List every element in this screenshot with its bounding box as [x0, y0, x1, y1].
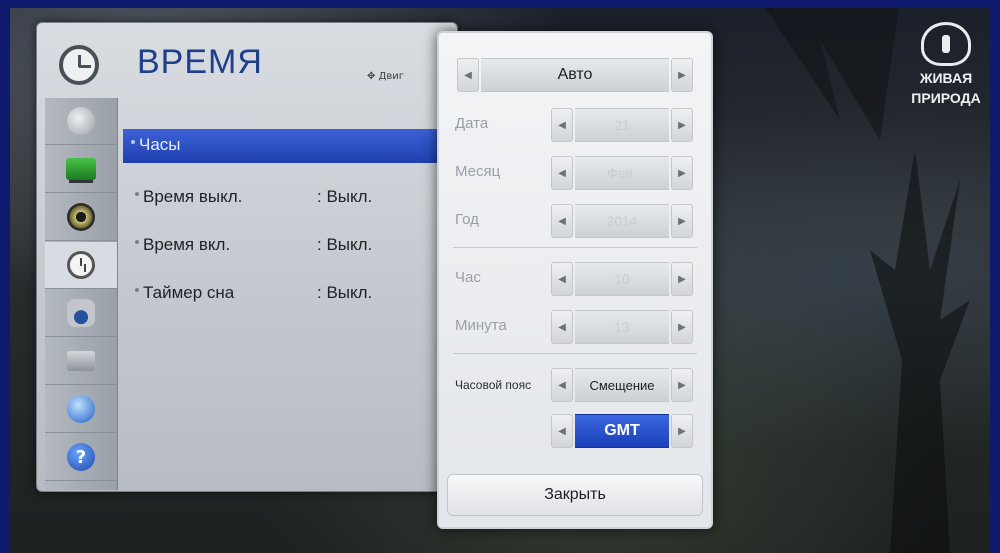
sidebar-item-lock[interactable]: [45, 290, 117, 337]
bullet-icon: [135, 288, 139, 292]
mode-selector[interactable]: ◀ Авто ▶: [457, 58, 693, 92]
minute-label: Минута: [455, 317, 507, 334]
heart-tree-icon: [921, 22, 971, 66]
clock-icon: [59, 45, 99, 85]
menu-item-sleep-timer[interactable]: Таймер сна : Выкл.: [127, 277, 457, 311]
timezone-value-row: ◀ GMT ▶: [439, 409, 711, 453]
menu-item-label: Таймер сна: [143, 283, 235, 302]
timezone-mode-selector[interactable]: ◀ Смещение ▶: [551, 368, 693, 402]
date-spinner: ◀ 21 ▶: [551, 108, 693, 142]
tv-screen-icon: [66, 158, 96, 180]
arrow-right-icon: ▶: [671, 204, 693, 238]
hour-value: 10: [575, 262, 669, 296]
move-hint-label: Двиг: [378, 71, 405, 82]
menu-item-value: : Выкл.: [317, 235, 373, 254]
help-icon: ?: [67, 443, 95, 471]
minute-spinner: ◀ 13 ▶: [551, 310, 693, 344]
arrow-right-icon[interactable]: ▶: [671, 414, 693, 448]
time-settings-panel: ВРЕМЯ ✥ Двиг ? Часы Время выкл. : Выкл. …: [36, 22, 458, 492]
month-value: Фев.: [575, 156, 669, 190]
menu-item-label: Часы: [139, 135, 181, 154]
globe-icon: [67, 395, 95, 423]
category-sidebar: ?: [45, 98, 118, 490]
hour-spinner: ◀ 10 ▶: [551, 262, 693, 296]
clock-icon: [67, 251, 95, 279]
arrow-right-icon: ▶: [671, 108, 693, 142]
arrow-left-icon: ◀: [551, 262, 573, 296]
hour-row: Час ◀ 10 ▶: [439, 257, 711, 301]
sidebar-item-support[interactable]: ?: [45, 434, 117, 481]
bullet-icon: [131, 140, 135, 144]
timezone-value: GMT: [575, 414, 669, 448]
page-title: ВРЕМЯ: [137, 43, 263, 81]
speaker-icon: [67, 203, 95, 231]
arrow-left-icon[interactable]: ◀: [457, 58, 479, 92]
menu-item-label: Время вкл.: [143, 235, 231, 254]
arrow-left-icon[interactable]: ◀: [551, 368, 573, 402]
divider: [453, 247, 697, 248]
menu-item-value: : Выкл.: [317, 283, 373, 302]
year-value: 2014: [575, 204, 669, 238]
navigation-arrows-icon: ✥: [367, 71, 376, 82]
bullet-icon: [135, 240, 139, 244]
month-row: Месяц ◀ Фев. ▶: [439, 151, 711, 195]
close-button[interactable]: Закрыть: [447, 474, 703, 516]
sidebar-item-network[interactable]: [45, 386, 117, 433]
timezone-row: Часовой пояс ◀ Смещение ▶: [439, 363, 711, 407]
menu-item-on-time[interactable]: Время вкл. : Выкл.: [127, 229, 457, 263]
sidebar-item-channels[interactable]: [45, 98, 117, 145]
month-spinner: ◀ Фев. ▶: [551, 156, 693, 190]
arrow-left-icon: ◀: [551, 108, 573, 142]
minute-row: Минута ◀ 13 ▶: [439, 305, 711, 349]
logo-line-1: ЖИВАЯ: [919, 70, 973, 86]
bullet-icon: [135, 192, 139, 196]
arrow-right-icon[interactable]: ▶: [671, 58, 693, 92]
move-hint: ✥ Двиг: [367, 71, 404, 82]
timezone-selector[interactable]: ◀ GMT ▶: [551, 414, 693, 448]
minute-value: 13: [575, 310, 669, 344]
date-row: Дата ◀ 21 ▶: [439, 103, 711, 147]
sidebar-item-time[interactable]: [45, 242, 117, 289]
year-label: Год: [455, 211, 479, 228]
clock-dialog: ◀ Авто ▶ Дата ◀ 21 ▶ Месяц ◀ Фев. ▶ Год …: [437, 31, 713, 529]
menu-item-value: : Выкл.: [317, 187, 373, 206]
year-spinner: ◀ 2014 ▶: [551, 204, 693, 238]
menu-item-clock[interactable]: Часы: [123, 129, 445, 163]
sidebar-item-picture[interactable]: [45, 146, 117, 193]
year-row: Год ◀ 2014 ▶: [439, 199, 711, 243]
menu-item-label: Время выкл.: [143, 187, 243, 206]
arrow-left-icon: ◀: [551, 156, 573, 190]
divider: [453, 353, 697, 354]
panel-header: ВРЕМЯ ✥ Двиг: [37, 23, 457, 95]
mode-value: Авто: [481, 58, 669, 92]
arrow-right-icon[interactable]: ▶: [671, 368, 693, 402]
arrow-left-icon: ◀: [551, 204, 573, 238]
timezone-mode-value: Смещение: [575, 368, 669, 402]
month-label: Месяц: [455, 163, 501, 180]
arrow-left-icon: ◀: [551, 310, 573, 344]
lock-icon: [67, 299, 95, 327]
logo-line-2: ПРИРОДА: [911, 90, 981, 106]
arrow-right-icon: ▶: [671, 310, 693, 344]
date-label: Дата: [455, 115, 489, 132]
timezone-label: Часовой пояс: [455, 378, 532, 392]
mode-row: ◀ Авто ▶: [439, 53, 711, 97]
sidebar-item-sound[interactable]: [45, 194, 117, 241]
sidebar-item-options[interactable]: [45, 338, 117, 385]
channel-logo: ЖИВАЯ ПРИРОДА: [898, 22, 994, 132]
briefcase-icon: [67, 351, 95, 371]
satellite-dish-icon: [67, 107, 95, 135]
arrow-right-icon: ▶: [671, 156, 693, 190]
arrow-left-icon[interactable]: ◀: [551, 414, 573, 448]
arrow-right-icon: ▶: [671, 262, 693, 296]
menu-item-off-time[interactable]: Время выкл. : Выкл.: [127, 181, 457, 215]
hour-label: Час: [455, 269, 481, 286]
date-value: 21: [575, 108, 669, 142]
